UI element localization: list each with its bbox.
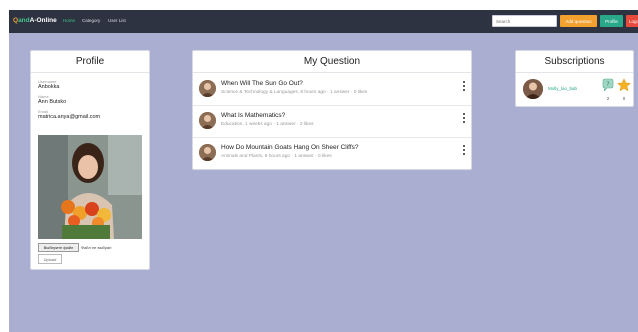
search-input[interactable] [492,15,557,27]
question-meta: Education, 1 weeks ago · 1 answer · 2 li… [221,122,314,127]
avatar [199,80,216,97]
star-icon [617,78,631,92]
profile-title: Profile [31,51,149,73]
no-file-label: Файл не выбран [81,245,112,250]
question-row[interactable]: How Do Mountain Goats Hang On Sheer Clif… [193,138,471,170]
questions-title: My Question [193,51,471,73]
nav-home[interactable]: Home [63,18,75,23]
question-row[interactable]: What Is Mathematics? Education, 1 weeks … [193,106,471,138]
logout-button[interactable]: Logout [626,15,638,27]
upload-button[interactable]: Upload [38,254,62,264]
nav-user-list[interactable]: User List [108,18,126,23]
profile-photo [38,135,142,239]
navbar: QandA-Online Home Category User List Add… [9,10,638,33]
brand-part-2: and [18,17,30,24]
nav-category[interactable]: Category [82,18,100,23]
email-value: matrica.anya@gmail.com [38,114,101,120]
brand-part-3: A-Online [29,17,57,24]
question-bubble-icon: ? [602,78,614,92]
more-vertical-icon[interactable] [462,81,466,91]
questions-count: 2 [606,96,610,101]
question-title[interactable]: What Is Mathematics? [221,112,285,119]
name-value: Ann Butsko [38,99,67,105]
profile-card: Profile Username Anbokka Name Ann Butsko… [30,50,150,270]
app-frame: QandA-Online Home Category User List Add… [9,10,638,332]
profile-button[interactable]: Profile [600,15,623,27]
brand-logo[interactable]: QandA-Online [13,17,57,24]
profile-photo-image [38,135,142,239]
subscriptions-title: Subscriptions [516,51,633,73]
question-title[interactable]: When Will The Sun Go Out? [221,80,303,87]
avatar [199,144,216,161]
question-title[interactable]: How Do Mountain Goats Hang On Sheer Clif… [221,144,359,151]
add-question-button[interactable]: Add question [560,15,597,27]
avatar [199,112,216,129]
subscription-name[interactable]: Molly_lao_bab [548,86,577,91]
stars-count: 0 [622,96,626,101]
question-row[interactable]: When Will The Sun Go Out? Science & Tech… [193,74,471,106]
choose-file-button[interactable]: Выберите файл [38,243,79,252]
subscriptions-card: Subscriptions Molly_lao_bab ? 2 0 [515,50,634,107]
more-vertical-icon[interactable] [462,113,466,123]
question-meta: Animals and Plants, 8 hours ago · 1 answ… [221,154,332,159]
avatar[interactable] [523,79,543,99]
svg-text:?: ? [606,81,609,88]
question-meta: Science & Technology & Languages, 8 hour… [221,90,368,95]
username-value: Anbokka [38,84,60,90]
my-questions-card: My Question When Will The Sun Go Out? Sc… [192,50,472,170]
more-vertical-icon[interactable] [462,145,466,155]
